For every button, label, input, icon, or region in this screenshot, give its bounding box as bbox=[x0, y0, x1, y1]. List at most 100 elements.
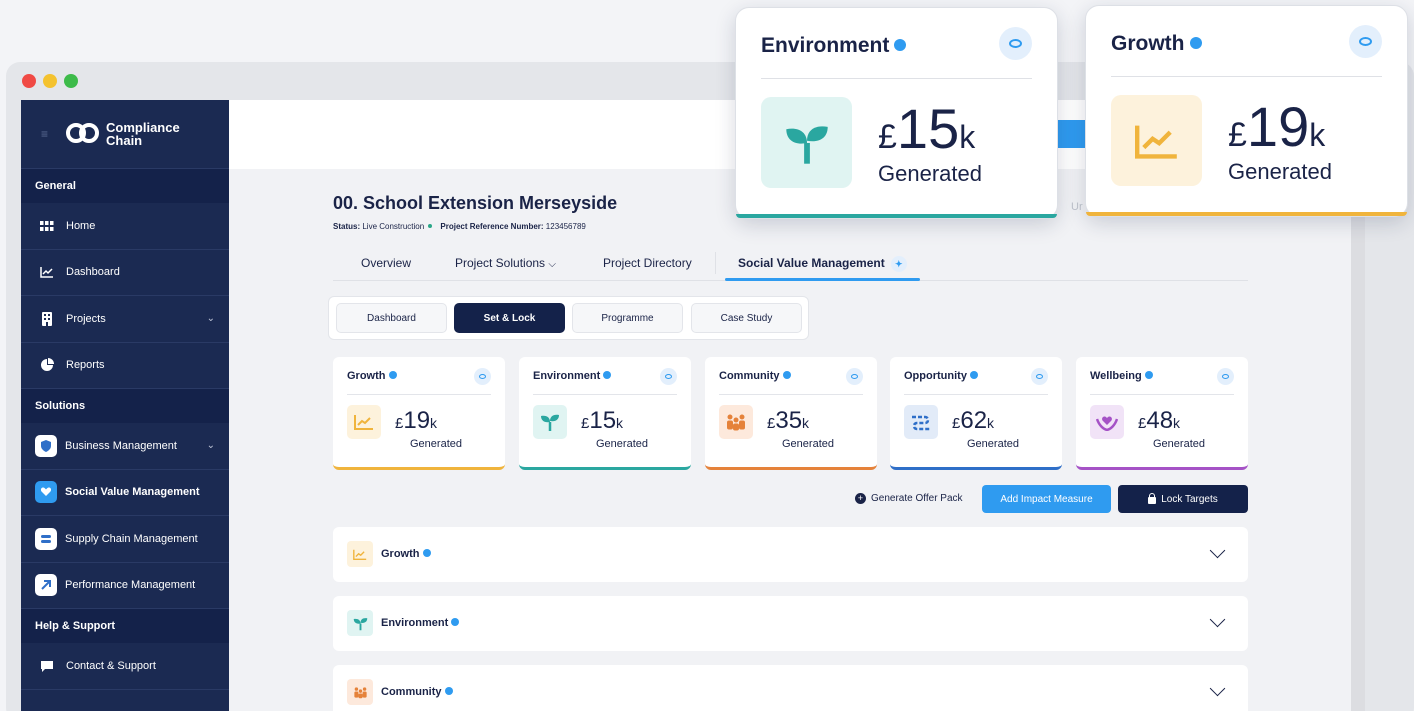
logo-text: Compliance Chain bbox=[106, 120, 180, 148]
info-icon[interactable] bbox=[603, 371, 612, 379]
logo-icon bbox=[66, 123, 100, 145]
people-icon bbox=[719, 405, 753, 439]
eye-icon[interactable] bbox=[1031, 368, 1048, 385]
sidebar-item-projects[interactable]: Projects ⌄ bbox=[21, 296, 229, 343]
info-icon[interactable] bbox=[1189, 37, 1202, 49]
card-community: Community £35k Generated bbox=[705, 357, 877, 470]
info-icon[interactable] bbox=[1144, 371, 1153, 379]
card-amount: £48k bbox=[1138, 407, 1181, 434]
logo-area: ≡ Compliance Chain bbox=[21, 100, 229, 169]
card-amount: £19k bbox=[395, 407, 438, 434]
subtab-programme[interactable]: Programme bbox=[572, 303, 683, 333]
trend-chart-icon bbox=[1111, 95, 1202, 186]
popup-amount: £19k bbox=[1228, 95, 1326, 158]
card-environment: Environment £15k Generated bbox=[519, 357, 691, 470]
eye-icon[interactable] bbox=[474, 368, 491, 385]
top-action-button[interactable] bbox=[1057, 120, 1087, 148]
subtab-set-lock[interactable]: Set & Lock bbox=[454, 303, 565, 333]
chain-icon bbox=[35, 527, 57, 550]
close-dot[interactable] bbox=[22, 74, 36, 88]
project-tabs: Overview Project Solutions ⌵ Project Dir… bbox=[333, 246, 1248, 281]
info-icon[interactable] bbox=[388, 371, 397, 379]
eye-icon[interactable] bbox=[1349, 25, 1382, 58]
info-icon[interactable] bbox=[422, 549, 431, 557]
section-help: Help & Support bbox=[21, 609, 229, 643]
maximize-dot[interactable] bbox=[64, 74, 78, 88]
sprout-icon bbox=[347, 610, 373, 636]
window-controls bbox=[22, 74, 78, 88]
card-opportunity: Opportunity £62k Generated bbox=[890, 357, 1062, 470]
menu-icon[interactable]: ≡ bbox=[41, 127, 48, 141]
sidebar-item-business-management[interactable]: Business Management ⌄ bbox=[21, 423, 229, 470]
chevron-down-icon[interactable] bbox=[1209, 680, 1226, 697]
card-wellbeing: Wellbeing £48k Generated bbox=[1076, 357, 1248, 470]
minimize-dot[interactable] bbox=[43, 74, 57, 88]
tab-overview[interactable]: Overview bbox=[361, 256, 411, 270]
trend-chart-icon bbox=[347, 541, 373, 567]
lock-icon bbox=[1148, 492, 1157, 504]
accordion-community[interactable]: Community bbox=[333, 665, 1248, 711]
eye-icon[interactable] bbox=[1217, 368, 1234, 385]
card-amount: £35k bbox=[767, 407, 810, 434]
sidebar-item-contact[interactable]: Contact & Support bbox=[21, 643, 229, 690]
faded-text: Ur bbox=[1071, 201, 1083, 213]
info-icon[interactable] bbox=[451, 618, 460, 626]
popup-amount: £15k bbox=[878, 97, 976, 160]
sidebar: ≡ Compliance Chain General Home Dashboar… bbox=[21, 100, 229, 711]
chevron-down-icon[interactable]: ⌄ bbox=[207, 313, 215, 324]
info-icon[interactable] bbox=[782, 371, 791, 379]
sub-tabs: Dashboard Set & Lock Programme Case Stud… bbox=[328, 296, 809, 340]
building-icon bbox=[35, 307, 58, 330]
pie-icon bbox=[35, 354, 58, 377]
sidebar-item-social-value[interactable]: Social Value Management bbox=[21, 470, 229, 516]
eye-icon[interactable] bbox=[660, 368, 677, 385]
eye-icon[interactable] bbox=[999, 27, 1032, 60]
project-status: Status: Live Construction Project Refere… bbox=[333, 222, 586, 231]
sidebar-item-reports[interactable]: Reports bbox=[21, 343, 229, 389]
info-icon[interactable] bbox=[969, 371, 978, 379]
route-icon bbox=[904, 405, 938, 439]
tab-project-directory[interactable]: Project Directory bbox=[603, 256, 692, 270]
popup-environment: Environment £15k Generated bbox=[735, 7, 1058, 219]
sprout-icon bbox=[533, 405, 567, 439]
pin-icon[interactable]: ✦ bbox=[890, 256, 907, 272]
eye-icon[interactable] bbox=[846, 368, 863, 385]
card-growth: Growth £19k Generated bbox=[333, 357, 505, 470]
grid-icon bbox=[35, 214, 58, 237]
arrow-up-icon bbox=[35, 574, 57, 597]
popup-growth: Growth £19k Generated bbox=[1085, 5, 1408, 217]
sidebar-item-home[interactable]: Home bbox=[21, 203, 229, 250]
shield-icon bbox=[35, 434, 57, 457]
heart-hand-icon bbox=[35, 481, 57, 504]
sprout-icon bbox=[761, 97, 852, 188]
people-icon bbox=[347, 679, 373, 705]
chart-icon bbox=[35, 261, 58, 284]
sidebar-item-performance[interactable]: Performance Management bbox=[21, 563, 229, 609]
subtab-case-study[interactable]: Case Study bbox=[691, 303, 802, 333]
card-amount: £62k bbox=[952, 407, 995, 434]
subtab-dashboard[interactable]: Dashboard bbox=[336, 303, 447, 333]
sidebar-item-supply-chain[interactable]: Supply Chain Management bbox=[21, 516, 229, 563]
sidebar-item-dashboard[interactable]: Dashboard bbox=[21, 250, 229, 296]
active-tab-indicator bbox=[725, 278, 920, 281]
section-general: General bbox=[21, 169, 229, 203]
generate-offer-pack-link[interactable]: + Generate Offer Pack bbox=[855, 493, 963, 504]
chat-icon bbox=[35, 654, 58, 677]
chevron-down-icon[interactable] bbox=[1209, 611, 1226, 628]
info-icon[interactable] bbox=[894, 39, 907, 51]
chevron-down-icon[interactable]: ⌄ bbox=[207, 440, 215, 451]
tab-project-solutions[interactable]: Project Solutions ⌵ bbox=[455, 256, 556, 270]
page-title: 00. School Extension Merseyside bbox=[333, 193, 618, 213]
section-solutions: Solutions bbox=[21, 389, 229, 423]
chevron-down-icon: ⌵ bbox=[548, 259, 556, 270]
card-amount: £15k bbox=[581, 407, 624, 434]
tab-social-value[interactable]: Social Value Management ✦ bbox=[738, 256, 907, 272]
accordion-growth[interactable]: Growth bbox=[333, 527, 1248, 582]
tab-divider bbox=[715, 252, 716, 274]
add-impact-measure-button[interactable]: Add Impact Measure bbox=[982, 485, 1111, 513]
lock-targets-button[interactable]: Lock Targets bbox=[1118, 485, 1248, 513]
accordion-environment[interactable]: Environment bbox=[333, 596, 1248, 651]
chevron-down-icon[interactable] bbox=[1209, 542, 1226, 559]
plus-icon: + bbox=[855, 493, 866, 504]
info-icon[interactable] bbox=[444, 687, 453, 695]
